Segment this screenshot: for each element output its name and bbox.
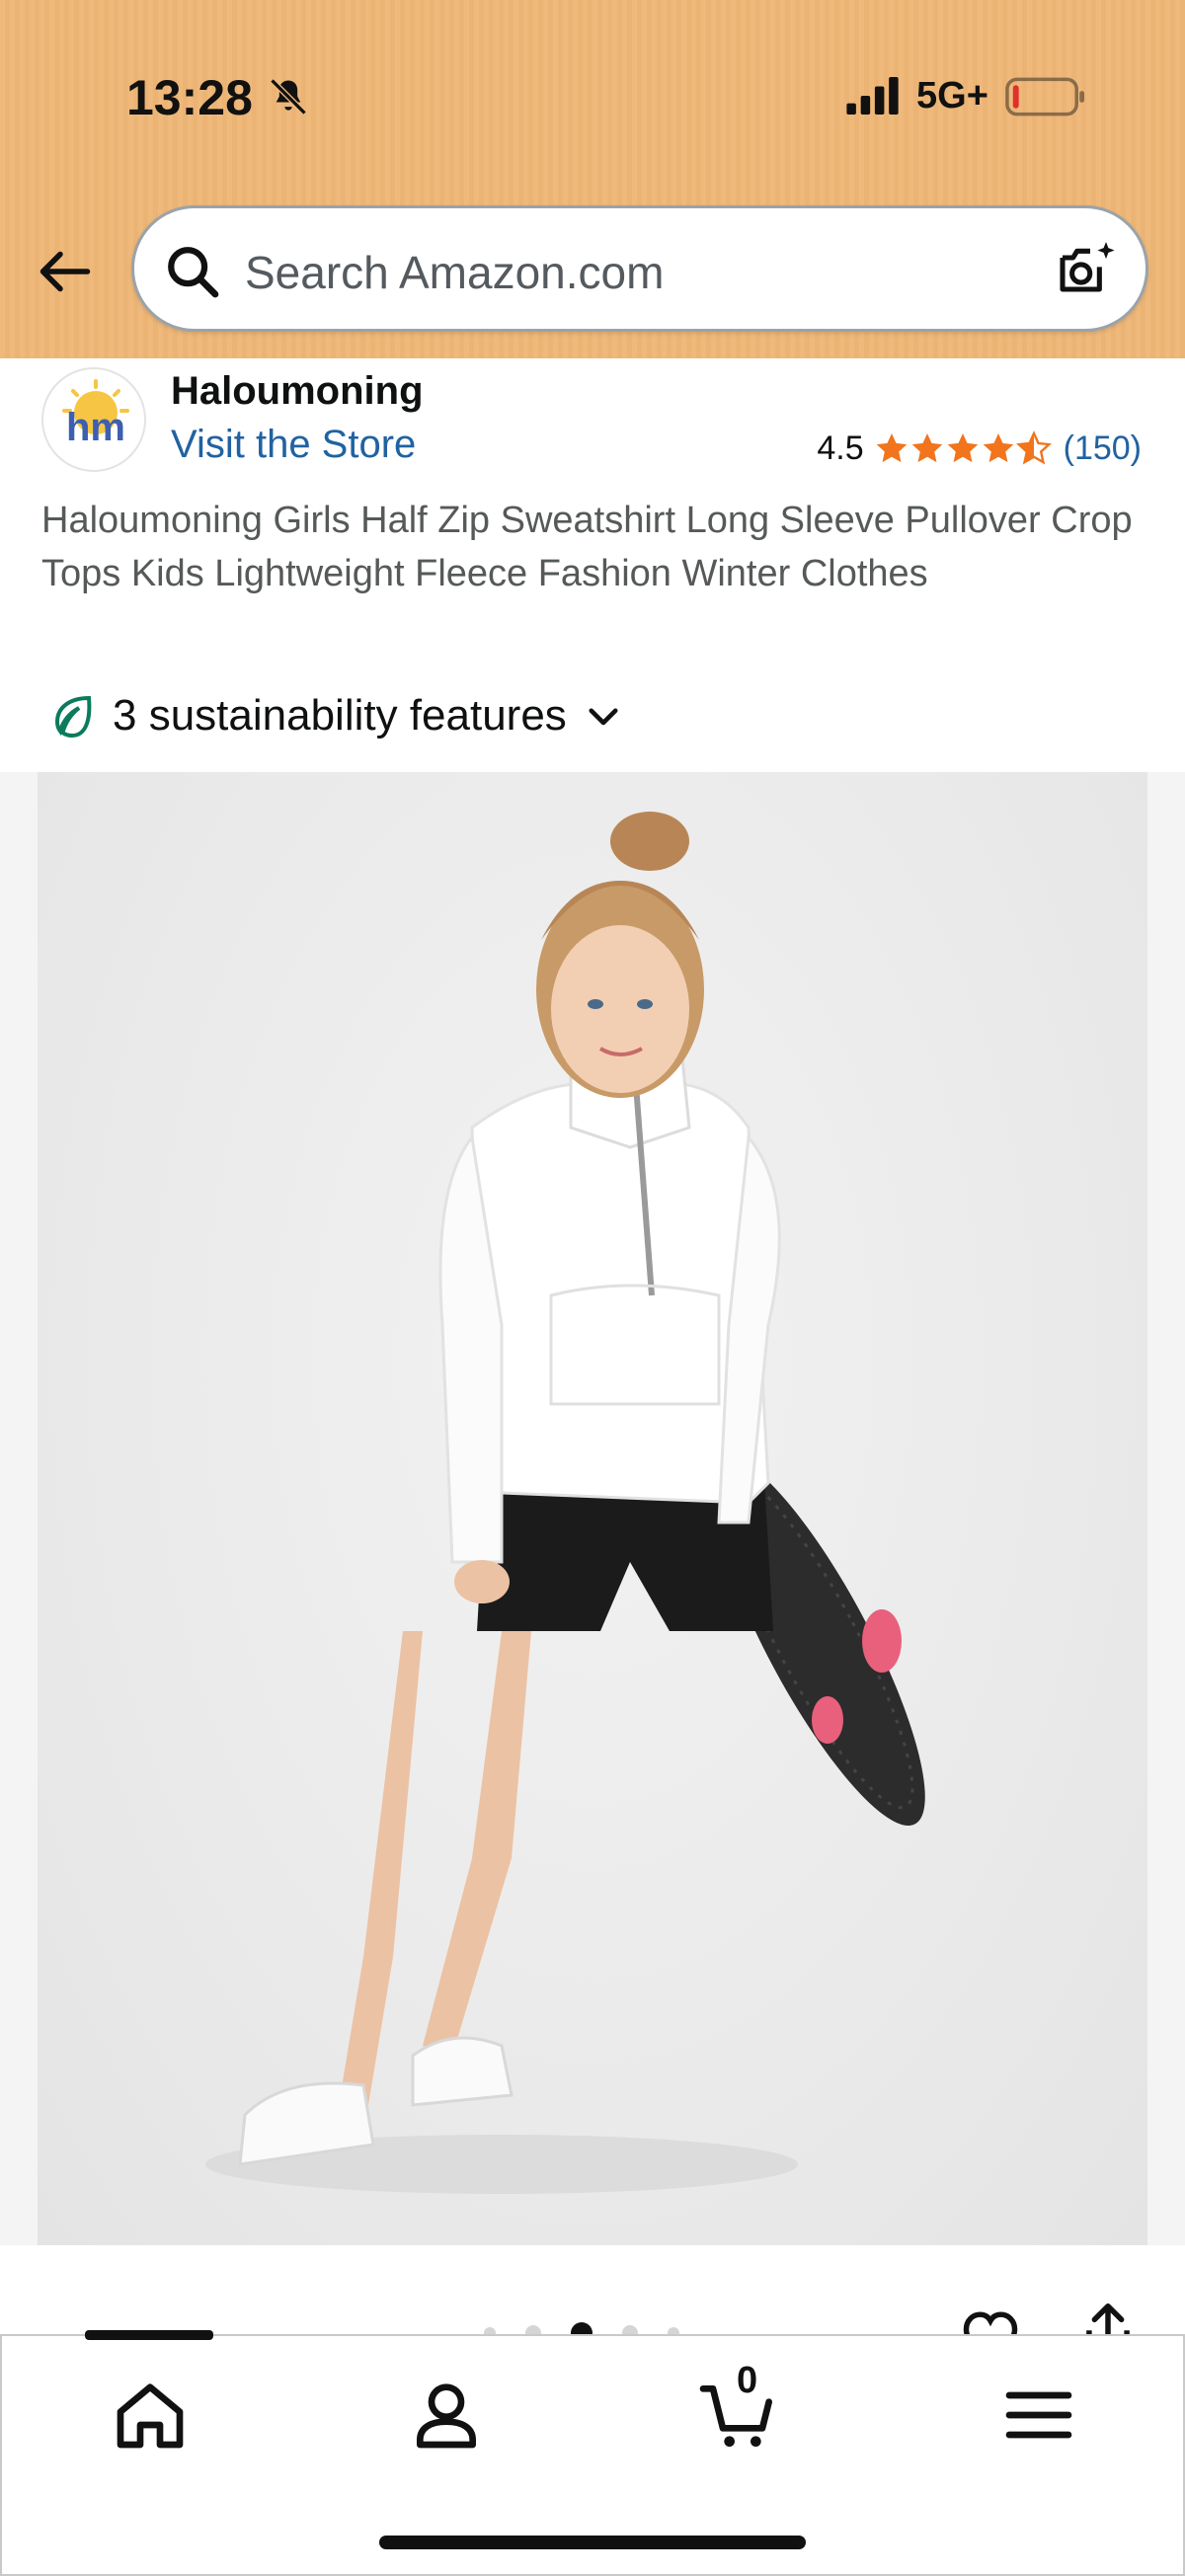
visit-store-link[interactable]: Visit the Store <box>171 423 416 467</box>
search-icon <box>168 247 219 298</box>
signal-icon <box>846 77 899 115</box>
brand-logo-mark: hm <box>62 379 129 449</box>
star-full-icon <box>876 433 907 463</box>
leaf-icon <box>54 695 92 739</box>
star-full-icon <box>911 433 942 463</box>
search-input[interactable]: Search Amazon.com <box>131 205 1148 332</box>
person-icon[interactable] <box>407 2376 486 2455</box>
home-icon[interactable] <box>111 2376 190 2455</box>
nav-active-indicator <box>85 2330 213 2340</box>
review-count[interactable]: (150) <box>1064 429 1142 468</box>
bell-muted-icon <box>270 78 307 116</box>
network-label: 5G+ <box>916 75 988 117</box>
hamburger-icon[interactable] <box>999 2376 1078 2455</box>
star-full-icon <box>947 433 978 463</box>
battery-icon <box>1005 77 1085 117</box>
star-half-icon <box>1015 430 1052 465</box>
rating-summary[interactable]: 4.5 (150) <box>817 427 1142 470</box>
star-full-icon <box>983 433 1013 463</box>
sustainability-label: 3 sustainability features <box>113 691 567 740</box>
rating-value: 4.5 <box>817 429 864 467</box>
product-title: Haloumoning Girls Half Zip Sweatshirt Lo… <box>41 500 1133 594</box>
product-image-area <box>0 772 1185 2245</box>
brand-logo[interactable]: hm <box>41 367 146 472</box>
star-rating <box>874 430 1052 466</box>
home-indicator <box>379 2536 806 2549</box>
back-arrow-icon[interactable] <box>36 242 95 301</box>
product-photo-illustration <box>205 812 925 2194</box>
brand-logo-text: hm <box>66 406 125 449</box>
product-image[interactable] <box>38 772 1147 2245</box>
cart-count: 0 <box>737 2360 758 2401</box>
search-placeholder: Search Amazon.com <box>245 247 665 298</box>
sustainability-features[interactable]: 3 sustainability features <box>49 691 624 741</box>
camera-search-icon[interactable] <box>1055 238 1118 301</box>
header-band: 13:28 5G+ Search Amazon.com <box>0 0 1185 358</box>
status-time: 13:28 <box>126 70 253 125</box>
brand-name: Haloumoning <box>171 369 424 413</box>
chevron-down-icon <box>589 708 618 726</box>
